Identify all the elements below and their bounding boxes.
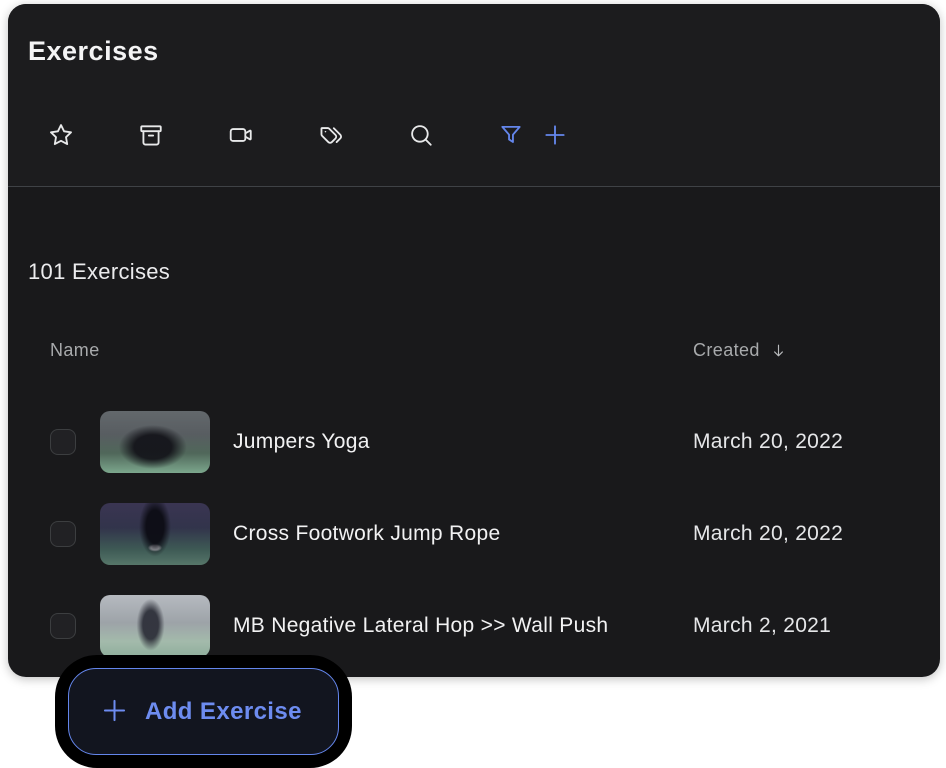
column-created-label: Created — [693, 340, 760, 361]
exercise-count: 101 Exercises — [28, 259, 170, 285]
exercise-name: Cross Footwork Jump Rope — [233, 488, 500, 580]
sort-descending-arrow-icon — [770, 342, 787, 359]
exercise-thumbnail[interactable] — [100, 503, 210, 565]
toolbar — [48, 123, 568, 149]
add-filter-button[interactable] — [542, 123, 568, 149]
video-camera-icon — [228, 122, 254, 151]
add-exercise-highlight-ring: Add Exercise — [55, 655, 352, 768]
exercises-panel: Exercises — [8, 4, 940, 677]
column-header-name[interactable]: Name — [50, 340, 100, 361]
column-name-label: Name — [50, 340, 100, 361]
exercise-created-date: March 20, 2022 — [693, 488, 843, 580]
star-icon — [48, 122, 74, 151]
exercise-name: Jumpers Yoga — [233, 396, 370, 488]
row-checkbox[interactable] — [50, 521, 76, 547]
exercise-created-date: March 20, 2022 — [693, 396, 843, 488]
exercise-thumbnail[interactable] — [100, 411, 210, 473]
row-checkbox[interactable] — [50, 429, 76, 455]
add-exercise-label: Add Exercise — [145, 698, 302, 726]
plus-icon — [542, 122, 568, 151]
exercise-thumbnail[interactable] — [100, 595, 210, 657]
plus-icon — [101, 697, 128, 727]
search-icon — [408, 122, 434, 151]
exercise-row[interactable]: Jumpers Yoga March 20, 2022 — [8, 396, 940, 488]
column-header-created[interactable]: Created — [693, 340, 787, 361]
filter-icon — [498, 122, 524, 151]
panel-header: Exercises — [8, 4, 940, 187]
videos-button[interactable] — [228, 123, 254, 149]
archive-icon — [138, 122, 164, 151]
exercise-created-date: March 2, 2021 — [693, 580, 831, 672]
row-checkbox[interactable] — [50, 613, 76, 639]
exercise-row[interactable]: Cross Footwork Jump Rope March 20, 2022 — [8, 488, 940, 580]
tag-icon — [318, 122, 344, 151]
add-exercise-button[interactable]: Add Exercise — [68, 668, 339, 755]
tags-button[interactable] — [318, 123, 344, 149]
filter-button[interactable] — [498, 123, 524, 149]
archive-button[interactable] — [138, 123, 164, 149]
favorites-button[interactable] — [48, 123, 74, 149]
search-button[interactable] — [408, 123, 434, 149]
page-title: Exercises — [28, 36, 159, 67]
